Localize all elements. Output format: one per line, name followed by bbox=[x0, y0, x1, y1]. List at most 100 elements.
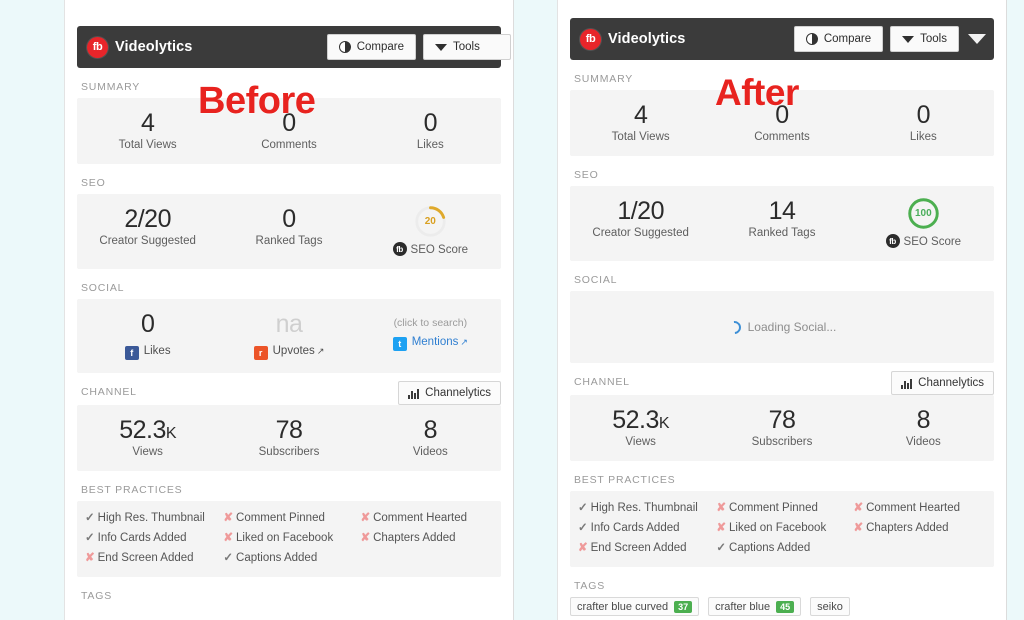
total-views-value: 4 bbox=[633, 101, 648, 129]
videolytics-logo-icon: fb bbox=[87, 36, 108, 58]
videos-value: 8 bbox=[423, 416, 438, 444]
seo-score-footer: fb SEO Score bbox=[885, 234, 961, 248]
summary-card: 4 Total Views 0 Comments 0 Likes bbox=[77, 98, 501, 164]
section-label-social: SOCIAL bbox=[574, 274, 618, 286]
social-reddit[interactable]: na r Upvotes ↗ bbox=[218, 310, 359, 360]
total-views-label: Total Views bbox=[611, 131, 670, 143]
after-panel: fb Videolytics Compare Tools SUMMARY 4 T… bbox=[557, 0, 1007, 620]
social-twitter[interactable]: (click to search) t Mentions ↗ bbox=[360, 310, 501, 360]
cross-icon: ✘ bbox=[578, 541, 588, 554]
section-label-summary: SUMMARY bbox=[574, 73, 634, 85]
bar-chart-icon bbox=[408, 388, 420, 399]
creator-suggested-value: 1/20 bbox=[617, 197, 664, 225]
stat-subscribers: 78 Subscribers bbox=[711, 406, 852, 448]
contrast-icon bbox=[338, 41, 351, 53]
app-header-bar: fb Videolytics Compare Tools bbox=[570, 18, 994, 60]
subscribers-value: 78 bbox=[768, 406, 796, 434]
cross-icon: ✘ bbox=[853, 521, 864, 534]
ranked-tags-label: Ranked Tags bbox=[748, 227, 816, 239]
tag-text: crafter blue bbox=[715, 600, 771, 613]
likes-label: Likes bbox=[909, 131, 937, 143]
reddit-upvotes-row[interactable]: r Upvotes ↗ bbox=[218, 345, 359, 360]
section-label-social: SOCIAL bbox=[81, 282, 125, 294]
subscribers-value: 78 bbox=[275, 416, 303, 444]
summary-card: 4 Total Views 0 Comments 0 Likes bbox=[570, 90, 994, 156]
seo-score-label: SEO Score bbox=[410, 244, 469, 256]
cross-icon: ✘ bbox=[853, 502, 864, 514]
brand-title: Videolytics bbox=[608, 31, 686, 47]
best-practice-item: ✘ Chapters Added bbox=[853, 521, 949, 534]
twitter-mentions-label: Mentions bbox=[411, 336, 459, 348]
best-practice-item: ✘ Comment Hearted bbox=[853, 502, 961, 514]
channel-section-header: CHANNEL Channelytics bbox=[77, 373, 501, 405]
best-practice-item: ✓ High Res. Thumbnail bbox=[85, 512, 205, 524]
tag-chip[interactable]: seiko bbox=[810, 597, 850, 617]
expand-chevron-down-icon[interactable] bbox=[968, 34, 986, 44]
section-label-best-practices: BEST PRACTICES bbox=[574, 474, 676, 486]
best-practice-item: ✘ Liked on Facebook bbox=[716, 521, 827, 534]
subscribers-label: Subscribers bbox=[258, 446, 320, 458]
stat-comments: 0 Comments bbox=[711, 101, 852, 143]
stat-seo-score: 100 fb SEO Score bbox=[853, 197, 994, 248]
comparison-stage: fb Videolytics Compare Tools SUMMARY 4 T… bbox=[0, 0, 1024, 620]
seo-score-gauge-icon: 20 bbox=[414, 205, 447, 238]
tag-chip[interactable]: crafter blue curved 37 bbox=[570, 597, 700, 617]
videolytics-mini-logo-icon: fb bbox=[885, 234, 900, 248]
best-practice-item: ✘ End Screen Added bbox=[85, 551, 194, 564]
stat-creator-suggested: 2/20 Creator Suggested bbox=[77, 205, 218, 256]
contrast-icon bbox=[805, 33, 818, 45]
channel-views-value: 52.3K bbox=[119, 416, 177, 444]
social-loading-card: Loading Social... bbox=[570, 291, 994, 363]
compare-button[interactable]: Compare bbox=[793, 26, 884, 52]
comments-value: 0 bbox=[282, 109, 296, 137]
cross-icon: ✘ bbox=[360, 512, 371, 524]
before-panel: fb Videolytics Compare Tools SUMMARY 4 T… bbox=[64, 0, 514, 620]
comments-label: Comments bbox=[261, 139, 317, 151]
compare-button[interactable]: Compare bbox=[326, 34, 416, 60]
total-views-label: Total Views bbox=[118, 139, 177, 151]
section-label-seo: SEO bbox=[81, 177, 106, 189]
channelytics-button[interactable]: Channelytics bbox=[398, 381, 501, 405]
reddit-upvotes-value: na bbox=[275, 310, 303, 338]
cross-icon: ✘ bbox=[716, 502, 727, 514]
compare-label: Compare bbox=[356, 41, 404, 53]
channelytics-label: Channelytics bbox=[425, 387, 491, 399]
reddit-icon: r bbox=[253, 346, 268, 360]
header-actions: Compare Tools bbox=[326, 34, 511, 60]
social-loading-text: Loading Social... bbox=[747, 320, 837, 334]
chevron-down-icon bbox=[435, 43, 447, 51]
tag-text: crafter blue curved bbox=[577, 600, 669, 613]
cross-icon: ✘ bbox=[360, 531, 371, 544]
tag-chip[interactable]: crafter blue 45 bbox=[708, 597, 802, 617]
stat-seo-score: 20 fb SEO Score bbox=[360, 205, 501, 256]
stat-likes: 0 Likes bbox=[360, 109, 501, 151]
best-practices-card: ✓ High Res. Thumbnail ✘ Comment Pinned ✘ Co… bbox=[77, 501, 501, 578]
best-practice-item: ✓ High Res. Thumbnail bbox=[578, 502, 698, 514]
seo-score-value: 100 bbox=[914, 208, 932, 219]
subscribers-label: Subscribers bbox=[751, 436, 813, 448]
section-label-channel: CHANNEL bbox=[81, 386, 137, 398]
stat-subscribers: 78 Subscribers bbox=[218, 416, 359, 458]
channelytics-button[interactable]: Channelytics bbox=[891, 371, 994, 395]
loading-spinner-icon bbox=[724, 317, 744, 337]
seo-score-footer: fb SEO Score bbox=[392, 242, 469, 256]
best-practices-grid: ✓ High Res. Thumbnail ✘ Comment Pinned ✘ Co… bbox=[578, 500, 984, 557]
twitter-icon: t bbox=[392, 337, 407, 351]
creator-suggested-label: Creator Suggested bbox=[99, 235, 196, 247]
section-label-tags: TAGS bbox=[574, 580, 606, 593]
tools-button[interactable]: Tools bbox=[423, 34, 511, 60]
seo-score-value: 20 bbox=[424, 216, 436, 227]
seo-card: 2/20 Creator Suggested 0 Ranked Tags 20 bbox=[77, 194, 501, 269]
tools-button[interactable]: Tools bbox=[890, 26, 959, 52]
best-practice-item: ✓ Captions Added bbox=[716, 541, 811, 554]
best-practices-card: ✓ High Res. Thumbnail ✘ Comment Pinned ✘ Co… bbox=[570, 491, 994, 568]
comments-label: Comments bbox=[754, 131, 810, 143]
channelytics-label: Channelytics bbox=[918, 377, 984, 389]
check-icon: ✓ bbox=[85, 531, 95, 544]
twitter-mentions-row[interactable]: t Mentions ↗ bbox=[360, 336, 501, 351]
likes-label: Likes bbox=[416, 139, 444, 151]
tools-label: Tools bbox=[453, 41, 480, 53]
videos-value: 8 bbox=[916, 406, 931, 434]
videolytics-logo-icon: fb bbox=[580, 28, 601, 50]
chevron-down-icon bbox=[902, 35, 915, 43]
